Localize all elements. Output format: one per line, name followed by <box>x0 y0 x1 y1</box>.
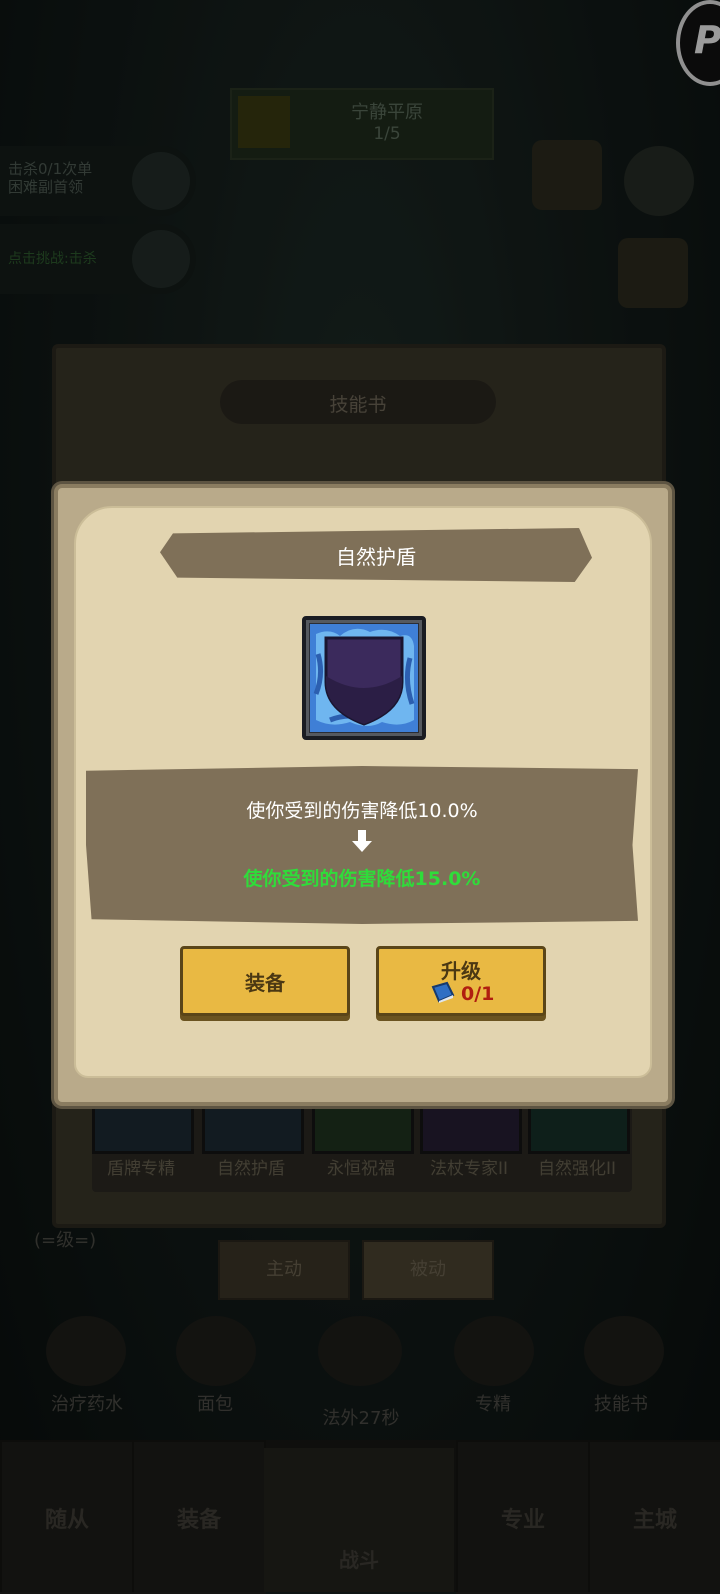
popup-title-banner: 自然护盾 <box>160 528 592 582</box>
upgrade-button-label: 升级 <box>441 959 481 983</box>
arrow-down-icon <box>352 830 372 852</box>
popup-content: 自然护盾 使你受到的伤害降低10.0% 使你受到的伤害降低15.0% 装备 升级 <box>74 506 652 1078</box>
skill-detail-popup: 自然护盾 使你受到的伤害降低10.0% 使你受到的伤害降低15.0% 装备 升级 <box>54 484 672 1106</box>
popup-title: 自然护盾 <box>336 545 416 569</box>
equip-button[interactable]: 装备 <box>180 946 350 1016</box>
current-effect-text: 使你受到的伤害降低10.0% <box>246 800 478 822</box>
skill-book-icon <box>431 981 455 1003</box>
next-effect-text: 使你受到的伤害降低15.0% <box>243 868 481 890</box>
shield-icon <box>302 616 426 740</box>
shield-icon-graphic <box>310 624 418 732</box>
upgrade-cost: 0/1 <box>461 983 495 1005</box>
effect-description-box: 使你受到的伤害降低10.0% 使你受到的伤害降低15.0% <box>86 766 638 924</box>
upgrade-button[interactable]: 升级 0/1 <box>376 946 546 1016</box>
equip-button-label: 装备 <box>245 971 285 995</box>
